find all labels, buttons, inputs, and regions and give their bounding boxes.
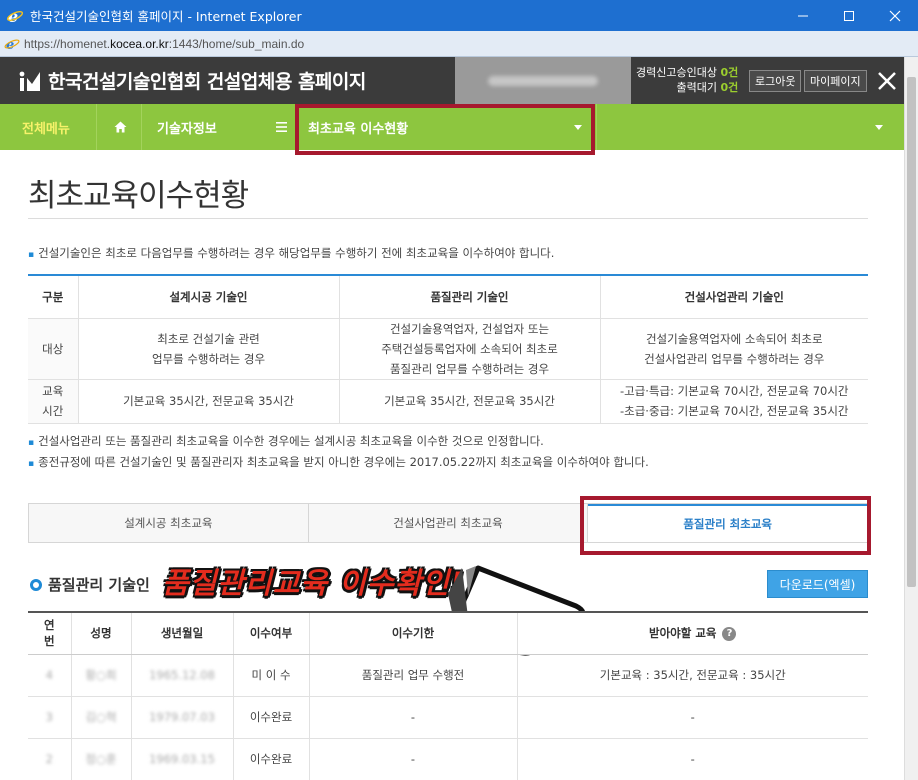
highlight-box-tab bbox=[580, 496, 871, 555]
list-header: 생년월일 bbox=[131, 611, 234, 655]
table-row: 2 정○훈 1969.03.15 이수완료 - - bbox=[28, 738, 868, 780]
address-bar[interactable]: e https://homenet.kocea.or.kr:1443/home/… bbox=[0, 31, 918, 57]
note-bottom-2: 종전규정에 따른 건설기술인 및 품질관리자 최초교육을 받지 아니한 경우에는… bbox=[28, 454, 649, 470]
row-number: 4 bbox=[28, 654, 72, 697]
help-icon[interactable]: ? bbox=[722, 626, 737, 641]
status-summary: 경력신고승인대상 0건 출력대기 0건 bbox=[636, 66, 739, 94]
info-header: 건설사업관리 기술인 bbox=[600, 274, 868, 319]
bullet-circle-icon bbox=[30, 578, 42, 591]
info-row-label: 대상 bbox=[28, 318, 79, 380]
info-header: 구분 bbox=[28, 274, 79, 319]
list-header: 받아야할 교육? bbox=[517, 611, 868, 655]
row-birthdate: 1979.07.03 bbox=[131, 696, 234, 739]
site-title: 한국건설기술인협회 건설업체용 홈페이지 bbox=[48, 71, 366, 93]
list-header: 성명 bbox=[71, 611, 132, 655]
list-header: 이수기한 bbox=[309, 611, 518, 655]
row-deadline: - bbox=[309, 738, 518, 780]
header-close-icon[interactable] bbox=[870, 57, 904, 104]
info-row-label: 교육 시간 bbox=[28, 379, 79, 424]
section-heading: 품질관리 기술인 bbox=[30, 574, 150, 595]
list-header: 연번 bbox=[28, 611, 72, 655]
info-header: 설계시공 기술인 bbox=[78, 274, 340, 319]
page-title: 최초교육이수현황 bbox=[28, 178, 249, 214]
excel-download-button[interactable]: 다운로드(엑셀) bbox=[767, 570, 868, 598]
company-name-redacted bbox=[455, 57, 631, 104]
nav-tech-info[interactable]: 기술자정보 bbox=[157, 104, 217, 150]
row-name: 김○혁 bbox=[71, 696, 132, 739]
window-title: 한국건설기술인협회 홈페이지 - Internet Explorer bbox=[30, 9, 302, 24]
tab-construction-management[interactable]: 건설사업관리 최초교육 bbox=[308, 504, 589, 542]
logout-button[interactable]: 로그아웃 bbox=[749, 70, 802, 92]
row-status: 이수완료 bbox=[233, 738, 310, 780]
note-bottom-1: 건설사업관리 또는 품질관리 최초교육을 이수한 경우에는 설계시공 최초교육을… bbox=[28, 433, 544, 449]
info-cell: 건설기술용역업자, 건설업자 또는 주택건설등록업자에 소속되어 최초로 품질관리 … bbox=[339, 318, 601, 380]
quality-tech-list-table: 연번 성명 생년월일 이수여부 이수기한 받아야할 교육? 4 황○희 1965… bbox=[28, 611, 868, 780]
hamburger-icon[interactable] bbox=[276, 104, 287, 150]
row-birthdate: 1965.12.08 bbox=[131, 654, 234, 697]
note-top: 건설기술인은 최초로 다음업무를 수행하려는 경우 해당업무를 수행하기 전에 … bbox=[28, 245, 554, 261]
maximize-button[interactable] bbox=[826, 0, 872, 31]
row-required: 기본교육 : 35시간, 전문교육 : 35시간 bbox=[517, 654, 868, 697]
home-icon[interactable] bbox=[114, 104, 127, 150]
window-close-button[interactable] bbox=[872, 0, 918, 31]
row-required: - bbox=[517, 738, 868, 780]
url-text: https://homenet.kocea.or.kr:1443/home/su… bbox=[24, 36, 305, 51]
minimize-button[interactable] bbox=[780, 0, 826, 31]
info-cell: -고급·특급: 기본교육 70시간, 전문교육 70시간 -초급·중급: 기본교육… bbox=[600, 379, 868, 424]
association-logo-icon bbox=[19, 71, 40, 91]
row-required: - bbox=[517, 696, 868, 739]
table-row: 3 김○혁 1979.07.03 이수완료 - - bbox=[28, 696, 868, 739]
list-header: 이수여부 bbox=[233, 611, 310, 655]
row-status: 미 이 수 bbox=[233, 654, 310, 697]
ie-logo-icon: e bbox=[6, 7, 24, 25]
row-number: 3 bbox=[28, 696, 72, 739]
site-favicon-icon: e bbox=[4, 36, 20, 52]
all-menu-button[interactable]: 전체메뉴 bbox=[22, 104, 70, 150]
info-header: 품질관리 기술인 bbox=[339, 274, 601, 319]
row-birthdate: 1969.03.15 bbox=[131, 738, 234, 780]
browser-titlebar: e 한국건설기술인협회 홈페이지 - Internet Explorer bbox=[0, 0, 918, 31]
highlight-box-nav bbox=[295, 104, 595, 155]
row-status: 이수완료 bbox=[233, 696, 310, 739]
row-name: 정○훈 bbox=[71, 738, 132, 780]
mypage-button[interactable]: 마이페이지 bbox=[804, 70, 867, 92]
info-cell: 기본교육 35시간, 전문교육 35시간 bbox=[339, 379, 601, 424]
site-header: 한국건설기술인협회 건설업체용 홈페이지 경력신고승인대상 0건 출력대기 0건… bbox=[0, 57, 918, 104]
row-deadline: 품질관리 업무 수행전 bbox=[309, 654, 518, 697]
education-info-table: 구분 설계시공 기술인 품질관리 기술인 건설사업관리 기술인 대상 최초로 건… bbox=[28, 274, 868, 424]
annotation-overlay-text: 품질관리교육 이수확인! bbox=[162, 566, 465, 600]
chevron-down-icon[interactable] bbox=[875, 104, 883, 150]
row-deadline: - bbox=[309, 696, 518, 739]
page-scrollbar[interactable] bbox=[904, 57, 918, 780]
info-cell: 최초로 건설기술 관련 업무를 수행하려는 경우 bbox=[78, 318, 340, 380]
tab-design-construction[interactable]: 설계시공 최초교육 bbox=[29, 504, 309, 542]
row-number: 2 bbox=[28, 738, 72, 780]
svg-text:e: e bbox=[6, 38, 14, 52]
table-row: 4 황○희 1965.12.08 미 이 수 품질관리 업무 수행전 기본교육 … bbox=[28, 654, 868, 697]
row-name: 황○희 bbox=[71, 654, 132, 697]
info-cell: 기본교육 35시간, 전문교육 35시간 bbox=[78, 379, 340, 424]
info-cell: 건설기술용역업자에 소속되어 최초로 건설사업관리 업무를 수행하려는 경우 bbox=[600, 318, 868, 380]
